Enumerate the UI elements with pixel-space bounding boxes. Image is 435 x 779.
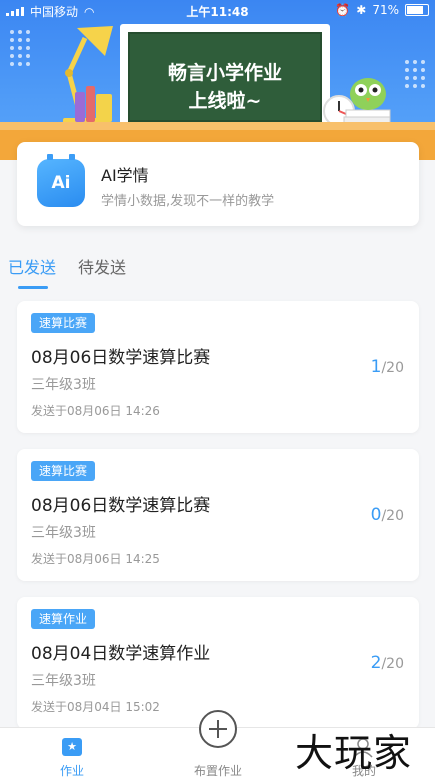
watermark-text: 大玩家 — [295, 731, 413, 775]
book-illustration — [96, 94, 112, 122]
ai-card-title: AI学情 — [101, 166, 149, 185]
task-class: 三年级3班 — [31, 673, 96, 689]
task-class: 三年级3班 — [31, 377, 96, 393]
task-sent-time: 发送于08月06日 14:26 — [31, 404, 160, 418]
book-illustration — [86, 86, 95, 122]
header-banner: 畅言小学作业 上线啦~ — [0, 0, 435, 160]
submission-count: 1/20 — [370, 357, 404, 377]
task-type-badge: 速算比赛 — [31, 461, 96, 481]
task-sent-time: 发送于08月06日 14:25 — [31, 552, 160, 566]
chalkboard: 畅言小学作业 上线啦~ — [120, 24, 330, 130]
battery-icon — [405, 4, 429, 16]
homework-star-icon: ★ — [62, 738, 82, 756]
task-sent-time: 发送于08月04日 15:02 — [31, 700, 160, 714]
task-card[interactable]: 速算比赛 08月06日数学速算比赛 三年级3班 发送于08月06日 14:26 … — [17, 301, 419, 433]
owl-mascot-illustration — [343, 78, 391, 125]
task-title: 08月04日数学速算作业 — [31, 644, 211, 664]
nav-assign-label: 布置作业 — [193, 764, 242, 778]
task-card[interactable]: 速算比赛 08月06日数学速算比赛 三年级3班 发送于08月06日 14:25 … — [17, 449, 419, 581]
submission-count: 2/20 — [370, 653, 404, 673]
alarm-icon: ⏰ — [335, 3, 351, 17]
book-illustration — [75, 92, 85, 122]
desk-edge — [0, 122, 435, 130]
ai-analytics-card[interactable]: Ai AI学情 学情小数据,发现不一样的教学 — [17, 142, 419, 226]
decor-dots-left — [10, 30, 30, 66]
submission-count: 0/20 — [370, 505, 404, 525]
banner-title: 畅言小学作业 — [167, 62, 282, 84]
nav-homework[interactable]: ★ 作业 — [22, 728, 122, 779]
tab-bar: 已发送 待发送 — [0, 252, 435, 292]
task-type-badge: 速算作业 — [31, 609, 96, 629]
banner-subtitle: 上线啦~ — [188, 90, 262, 112]
task-class: 三年级3班 — [31, 525, 96, 541]
status-bar: 中国移动 ◠ 上午11:48 ⏰ ✱ 71% — [0, 0, 435, 20]
tab-pending[interactable]: 待发送 — [78, 254, 126, 278]
ai-card-subtitle: 学情小数据,发现不一样的教学 — [101, 194, 275, 209]
task-type-badge: 速算比赛 — [31, 313, 96, 333]
task-title: 08月06日数学速算比赛 — [31, 348, 211, 368]
nav-homework-label: 作业 — [59, 764, 84, 778]
task-title: 08月06日数学速算比赛 — [31, 496, 211, 516]
battery-percent: 71% — [372, 3, 399, 17]
tab-active-indicator — [18, 286, 48, 289]
ai-robot-icon: Ai — [37, 154, 85, 207]
add-assignment-button[interactable] — [199, 710, 237, 748]
decor-dots-right — [405, 60, 425, 88]
bluetooth-icon: ✱ — [356, 3, 367, 17]
tab-sent[interactable]: 已发送 — [8, 254, 56, 278]
